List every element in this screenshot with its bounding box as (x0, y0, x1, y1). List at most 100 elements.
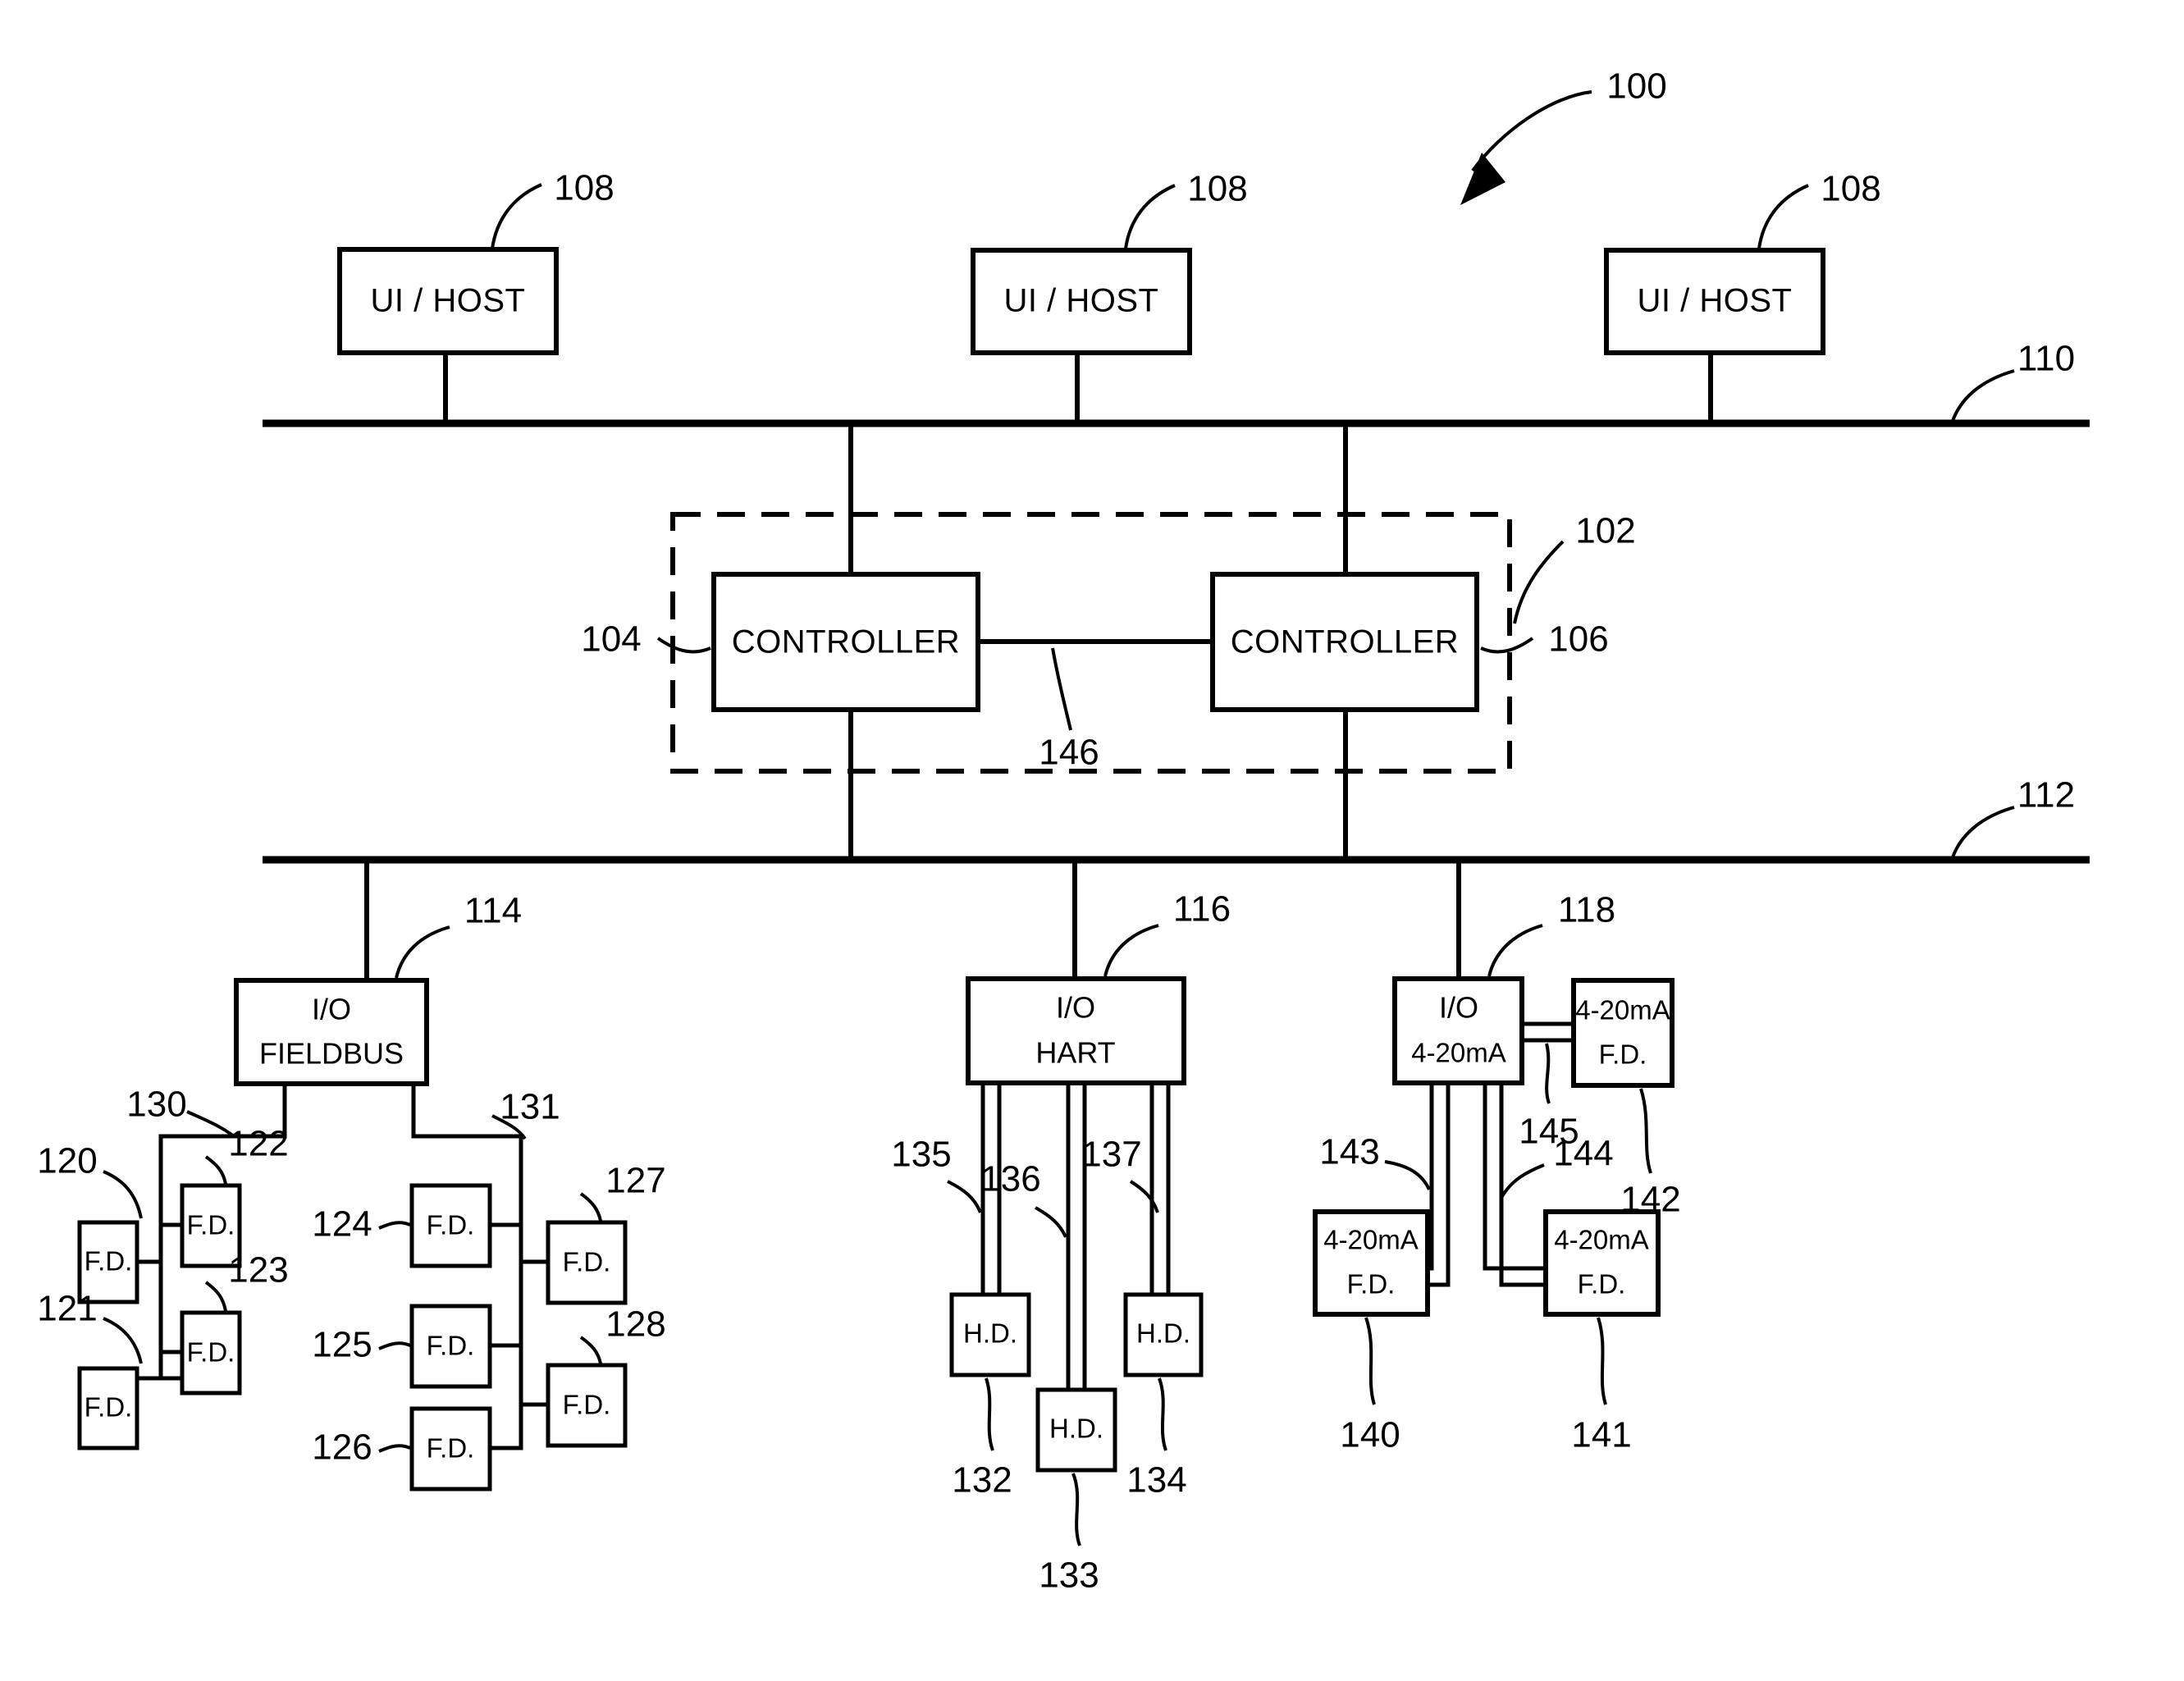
figure-callout-100: 100 (1460, 66, 1667, 205)
ref-130: 130 (126, 1085, 186, 1125)
ref-110: 110 (2017, 339, 2075, 379)
ref-124-leader (378, 1221, 411, 1230)
ref-142-leader (1639, 1088, 1652, 1174)
ref-116: 116 (1173, 889, 1231, 930)
analog-device-142-label-line2: F.D. (1599, 1039, 1647, 1070)
hart-link-137: 137 (1081, 1083, 1171, 1295)
ref-140: 140 (1340, 1415, 1400, 1455)
process-control-system-diagram: 100 110 108 UI / HOST 108 UI / HOST 108 … (37, 66, 2090, 1596)
field-device-127[interactable]: 127 F.D. (546, 1161, 666, 1305)
ref-108-1: 108 (554, 168, 614, 208)
ref-126: 126 (312, 1427, 372, 1468)
ref-127: 127 (605, 1161, 665, 1201)
callout-100-arrowhead (1460, 153, 1505, 205)
ref-116-leader (1103, 924, 1159, 977)
ref-104-leader (656, 637, 711, 654)
ui-host-1[interactable]: 108 UI / HOST (337, 168, 615, 423)
analog-device-142[interactable]: 4-20mA F.D. 142 (1571, 978, 1681, 1220)
ref-126-leader (378, 1444, 411, 1453)
hart-device-133[interactable]: H.D. 133 (1035, 1387, 1117, 1596)
hart-device-134[interactable]: H.D. 134 (1123, 1292, 1204, 1501)
io-analog-label-line2: 4-20mA (1411, 1038, 1506, 1068)
ui-host-2[interactable]: 108 UI / HOST (971, 169, 1248, 423)
ref-118-leader (1487, 924, 1543, 977)
ref-136: 136 (980, 1159, 1040, 1199)
io-fieldbus-label-line1: I/O (312, 993, 351, 1026)
ref-130-leader (186, 1110, 235, 1138)
ref-132-leader (985, 1377, 994, 1451)
hart-device-134-label: H.D. (1136, 1318, 1190, 1349)
ui-host-3-label: UI / HOST (1638, 283, 1793, 319)
ref-110-leader (1950, 369, 2015, 424)
io-hart-116[interactable]: 116 I/O HART (966, 860, 1231, 1085)
field-device-125[interactable]: 125 F.D. (312, 1304, 492, 1389)
field-device-121[interactable]: 121 F.D. (37, 1289, 143, 1450)
field-device-128-label: F.D. (563, 1390, 611, 1420)
analog-device-141-label-line2: F.D. (1578, 1269, 1626, 1300)
field-device-120-label: F.D. (85, 1246, 133, 1277)
io-fieldbus-label-line2: FIELDBUS (259, 1037, 404, 1071)
lower-bus-112: 112 (263, 775, 2090, 864)
ref-133: 133 (1039, 1555, 1099, 1596)
ref-135-leader (947, 1180, 982, 1213)
ref-108-3-leader (1757, 184, 1809, 249)
analog-device-140[interactable]: 4-20mA F.D. 140 (1313, 1209, 1430, 1455)
ref-121-leader (103, 1317, 143, 1364)
ref-108-2: 108 (1187, 169, 1247, 209)
field-device-123-label: F.D. (187, 1337, 235, 1368)
field-device-125-label: F.D. (427, 1331, 475, 1361)
ref-146: 146 (1039, 733, 1099, 773)
ref-128-leader (579, 1336, 602, 1364)
analog-device-140-label-line2: F.D. (1347, 1269, 1396, 1300)
ref-123: 123 (228, 1250, 288, 1290)
ui-host-2-label: UI / HOST (1004, 283, 1159, 319)
patent-figure: 100 110 108 UI / HOST 108 UI / HOST 108 … (0, 0, 2184, 1681)
io-fieldbus-114[interactable]: 114 I/O FIELDBUS (234, 860, 522, 1086)
ref-141: 141 (1571, 1415, 1631, 1455)
field-device-122[interactable]: 122 F.D. (180, 1124, 289, 1268)
ref-123-leader (204, 1281, 227, 1312)
ref-104: 104 (581, 619, 641, 660)
field-device-127-label: F.D. (563, 1247, 611, 1277)
io-hart-label-line2: HART (1035, 1036, 1115, 1070)
field-device-128[interactable]: 128 F.D. (546, 1304, 666, 1448)
ref-102: 102 (1575, 511, 1635, 551)
ref-106: 106 (1548, 619, 1608, 660)
field-device-123[interactable]: 123 F.D. (180, 1250, 289, 1396)
ref-118: 118 (1558, 890, 1615, 930)
ref-133-leader (1071, 1473, 1081, 1546)
ref-100: 100 (1606, 66, 1666, 107)
ref-108-2-leader (1124, 184, 1176, 249)
field-device-121-label: F.D. (85, 1392, 133, 1423)
ref-102-leader (1513, 540, 1565, 624)
ref-144: 144 (1553, 1134, 1613, 1174)
controller-group-102: 102 CONTROLLER 104 CONTROLLER 106 146 (581, 423, 1636, 860)
ref-114-leader (395, 925, 450, 979)
ref-128: 128 (605, 1304, 665, 1345)
ref-144-leader (1500, 1163, 1545, 1199)
ref-112-leader (1950, 806, 2015, 861)
hart-device-132-label: H.D. (963, 1318, 1017, 1349)
ref-137: 137 (1081, 1135, 1141, 1175)
field-device-124[interactable]: 124 F.D. (312, 1183, 492, 1268)
ui-host-3[interactable]: 108 UI / HOST (1604, 169, 1881, 423)
ref-121: 121 (37, 1289, 97, 1329)
hart-device-133-label: H.D. (1049, 1414, 1103, 1444)
io-analog-label-line1: I/O (1439, 991, 1478, 1025)
ref-141-leader (1597, 1317, 1607, 1405)
io-hart-label-line1: I/O (1056, 991, 1095, 1025)
ref-125-leader (378, 1341, 411, 1350)
hart-device-132[interactable]: H.D. 132 (949, 1292, 1031, 1501)
ref-106-leader (1480, 637, 1534, 654)
ref-120-leader (103, 1170, 143, 1219)
callout-100-leader (1471, 90, 1592, 172)
ref-112: 112 (2017, 775, 2075, 815)
controller-right-label: CONTROLLER (1231, 624, 1459, 660)
ref-108-1-leader (491, 183, 542, 249)
field-device-126[interactable]: 126 F.D. (312, 1406, 492, 1491)
field-device-124-label: F.D. (427, 1210, 475, 1240)
ref-136-leader (1035, 1206, 1067, 1238)
analog-device-141[interactable]: 4-20mA F.D. 141 (1543, 1209, 1661, 1455)
ref-122: 122 (228, 1124, 288, 1164)
field-device-120[interactable]: 120 F.D. (37, 1141, 143, 1304)
